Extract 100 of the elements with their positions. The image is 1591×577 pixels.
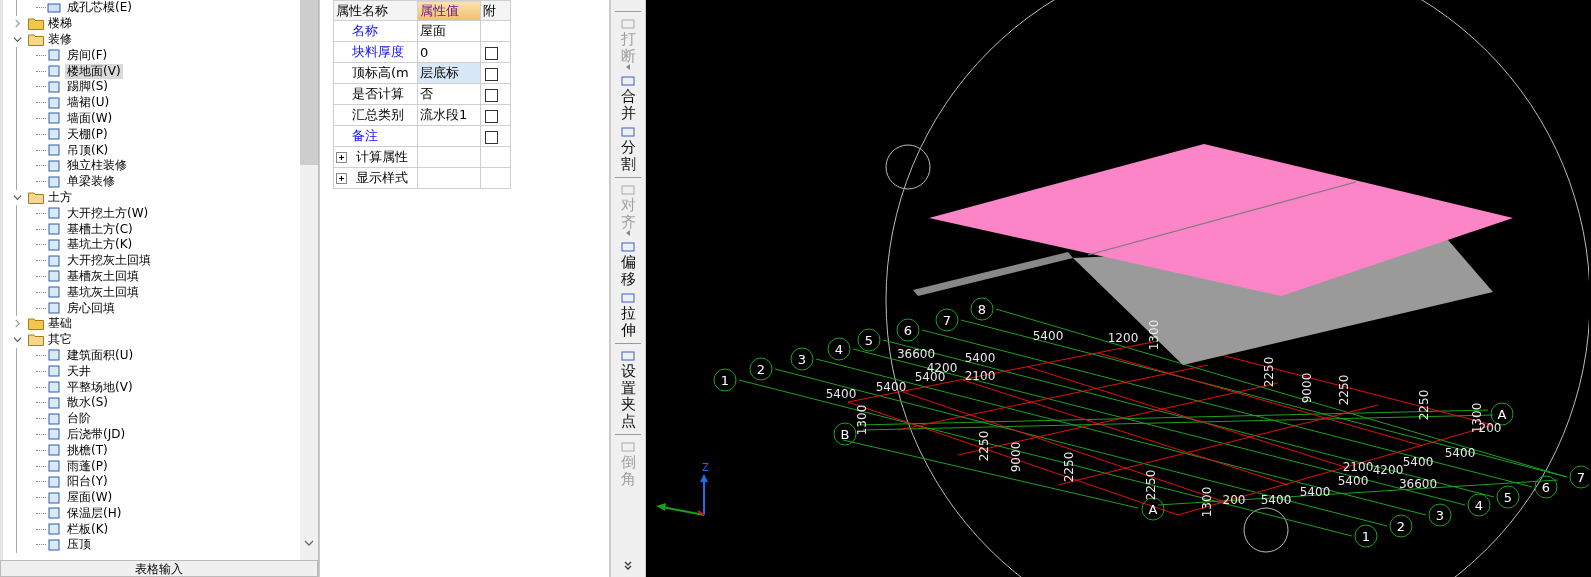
attach-checkbox[interactable] <box>485 130 498 144</box>
scrollbar[interactable] <box>300 0 318 560</box>
tree-item[interactable]: 屋面(W) <box>65 490 115 506</box>
square-icon <box>47 348 61 363</box>
dimension-label: 5400 <box>964 351 996 365</box>
square-icon <box>47 206 61 221</box>
chevron-icon[interactable] <box>13 192 22 202</box>
square-icon <box>47 427 61 442</box>
dimension-label: 5400 <box>1260 493 1292 507</box>
property-value[interactable]: 屋面 <box>417 20 481 42</box>
square-icon <box>47 411 61 426</box>
axis-bubble: 2 <box>749 357 773 381</box>
dimension-label: 5400 <box>825 387 857 401</box>
tree-item[interactable]: 阳台(Y) <box>65 474 110 490</box>
tree-item[interactable]: 台阶 <box>65 411 93 427</box>
expand-icon[interactable] <box>336 152 347 163</box>
table-input-button[interactable]: 表格输入 <box>0 560 318 577</box>
square-icon <box>47 506 61 521</box>
orbit-circle[interactable] <box>885 144 931 190</box>
square-icon <box>47 174 61 189</box>
tree-item[interactable]: 单梁装修 <box>65 174 117 190</box>
toolbar-button[interactable]: 偏移 <box>613 238 643 289</box>
rectangle-icon <box>620 17 636 31</box>
tree-folder[interactable]: 土方 <box>48 189 72 205</box>
column-header[interactable]: 附 <box>480 0 511 21</box>
attach-checkbox[interactable] <box>485 88 498 102</box>
axis-bubble: 7 <box>1569 465 1589 489</box>
tree-item[interactable]: 保温层(H) <box>65 505 124 521</box>
rectangle-icon <box>620 125 636 139</box>
tree-folder[interactable]: 楼梯 <box>48 16 72 32</box>
chevron-icon[interactable] <box>13 335 22 345</box>
property-value[interactable]: 0 <box>417 41 481 63</box>
property-name: 是否计算 <box>333 83 418 105</box>
tree-item[interactable]: 建筑面积(U) <box>65 347 136 363</box>
tree-item[interactable]: 墙裙(U) <box>65 95 112 111</box>
tree-item[interactable]: 散水(S) <box>65 395 110 411</box>
chevron-icon[interactable] <box>13 35 22 44</box>
tree-item[interactable]: 天棚(P) <box>65 126 110 142</box>
dimension-label: 5400 <box>1444 446 1476 460</box>
square-icon <box>47 522 61 537</box>
tree-item[interactable]: 踢脚(S) <box>65 79 110 95</box>
tree-item[interactable]: 天井 <box>65 363 93 379</box>
tree-item[interactable]: 压顶 <box>65 537 93 553</box>
chevron-icon[interactable] <box>304 540 314 546</box>
thin-slab[interactable] <box>913 252 1073 296</box>
property-name: 名称 <box>333 20 418 42</box>
axis-bubble: 1 <box>713 368 737 392</box>
column-header[interactable]: 属性值 <box>417 0 481 21</box>
toolbar-button[interactable]: 分割 <box>613 123 643 174</box>
property-name: 汇总类别 <box>333 104 418 126</box>
rectangle-icon <box>620 349 636 363</box>
tree-item[interactable]: 挑檐(T) <box>65 442 110 458</box>
property-name: 块料厚度 <box>333 41 418 63</box>
tree-item[interactable]: 平整场地(V) <box>65 379 135 395</box>
tree-item[interactable]: 墙面(W) <box>65 110 115 126</box>
tree-item[interactable]: 楼地面(V) <box>65 63 123 79</box>
square-icon <box>47 459 61 473</box>
square-icon <box>47 79 61 94</box>
dimension-label: 36600 <box>1398 477 1438 491</box>
group-label: 显示样式 <box>356 170 409 185</box>
tree-item[interactable]: 大开挖土方(W) <box>65 205 151 221</box>
property-name: 备注 <box>333 125 418 147</box>
tree-item[interactable]: 基槽灰土回填 <box>65 268 141 284</box>
chevron-icon[interactable] <box>624 561 632 571</box>
tree-item[interactable]: 房间(F) <box>65 47 110 63</box>
square-icon <box>47 143 61 158</box>
tree-item[interactable]: 大开挖灰土回填 <box>65 253 153 269</box>
tree-item[interactable]: 雨蓬(P) <box>65 458 110 474</box>
roof-slab[interactable] <box>929 144 1513 296</box>
tree-folder[interactable]: 其它 <box>48 332 72 348</box>
expand-icon[interactable] <box>336 173 347 184</box>
tree-item[interactable]: 栏板(K) <box>65 521 111 537</box>
square-icon <box>47 222 61 237</box>
attach-checkbox[interactable] <box>485 46 498 60</box>
property-value[interactable]: 流水段1 <box>417 104 481 126</box>
attach-checkbox[interactable] <box>485 67 498 81</box>
tree-item[interactable]: 房心回填 <box>65 300 117 316</box>
axis-bubble: 4 <box>827 337 851 361</box>
dimension-label: 5400 <box>875 380 907 394</box>
tree-item[interactable]: 独立柱装修 <box>65 158 129 174</box>
toolbar-button[interactable]: 设置夹点 <box>613 347 643 431</box>
tree-item[interactable]: 后浇带(JD) <box>65 426 128 442</box>
tree-item[interactable]: 基坑灰土回填 <box>65 284 141 300</box>
orbit-circle[interactable] <box>1243 507 1289 553</box>
property-value[interactable]: 否 <box>417 83 481 105</box>
tree-folder[interactable]: 基础 <box>48 316 72 332</box>
tree-folder[interactable]: 装修 <box>48 32 72 47</box>
toolbar-button[interactable]: 拉伸 <box>613 289 643 340</box>
toolbar-button[interactable]: 合并 <box>613 72 643 123</box>
tree-item[interactable]: 吊顶(K) <box>65 142 111 158</box>
dimension-label: 5400 <box>1337 474 1369 488</box>
square-icon <box>47 301 61 316</box>
axis-label: Z <box>702 462 709 473</box>
square-icon <box>47 490 61 505</box>
tree-item[interactable]: 基坑土方(K) <box>65 237 135 253</box>
column-header[interactable]: 属性名称 <box>333 0 418 21</box>
tree-item[interactable]: 成孔芯模(E) <box>65 0 134 16</box>
square-icon <box>47 0 61 15</box>
tree-item[interactable]: 基槽土方(C) <box>65 221 135 237</box>
attach-checkbox[interactable] <box>485 109 498 123</box>
